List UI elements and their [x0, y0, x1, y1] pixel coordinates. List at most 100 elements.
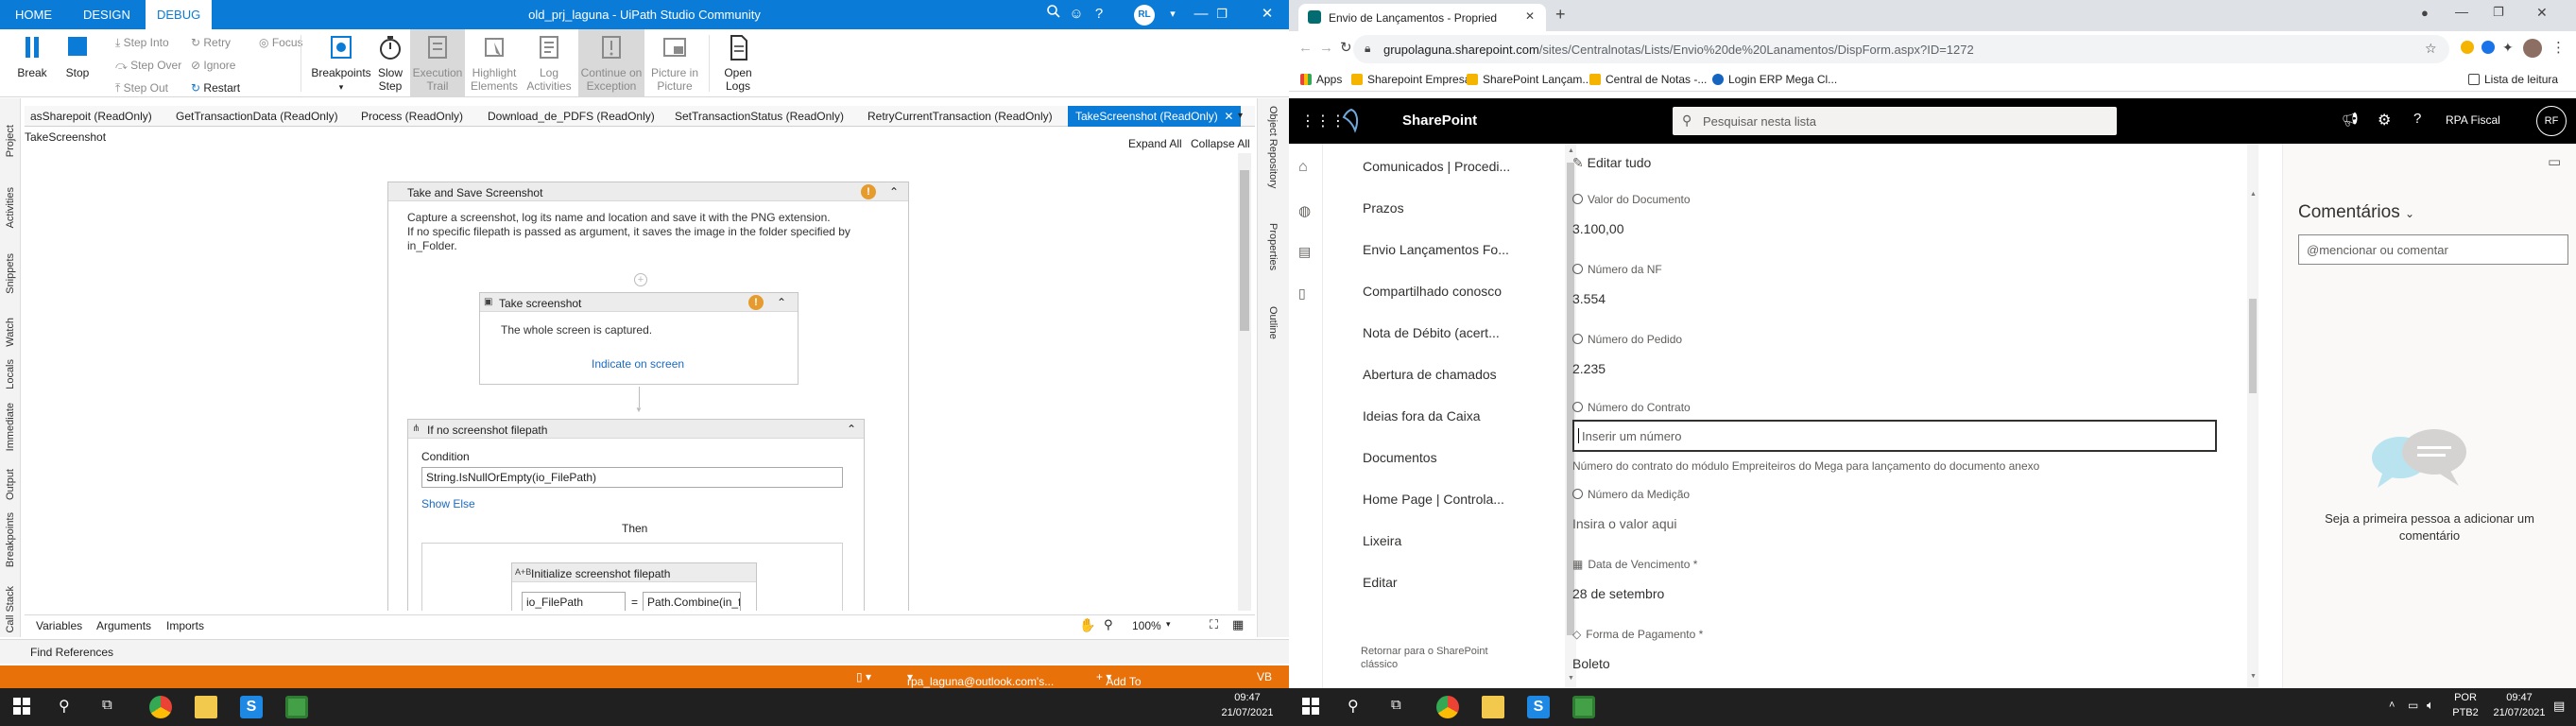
breakpoints-button[interactable]: Breakpoints ▾	[308, 33, 374, 94]
fit-screen-icon[interactable]: ⛶	[1210, 617, 1218, 632]
collapse-icon[interactable]: ⌃	[777, 296, 786, 309]
restore-icon[interactable]: ❐	[2493, 5, 2504, 20]
breadcrumb[interactable]: TakeScreenshot	[25, 130, 106, 144]
news-icon[interactable]: ▤	[1298, 244, 1311, 260]
windows-start-icon[interactable]	[13, 698, 30, 715]
collapse-icon[interactable]: ⌃	[889, 185, 899, 199]
chevron-down-icon[interactable]: ▾	[1162, 4, 1183, 25]
activity-assign[interactable]: Initialize screenshot filepath A+B io_Fi…	[511, 562, 757, 611]
extension-icon[interactable]	[2482, 41, 2495, 54]
restart-button[interactable]: ↻ Restart	[191, 80, 240, 95]
panel-outline[interactable]: Outline	[1267, 306, 1279, 339]
field-value[interactable]: 28 de setembro	[1572, 586, 1664, 601]
zoom-level[interactable]: 100%	[1132, 619, 1161, 632]
bookmark-item[interactable]: SharePoint Lançam...	[1467, 73, 1591, 86]
globe-icon[interactable]: ◍	[1298, 202, 1311, 219]
indicate-on-screen-link[interactable]: Indicate on screen	[592, 357, 684, 371]
notifications-icon[interactable]: ▤	[2553, 699, 2565, 714]
step-into-button[interactable]: ⤓ Step Into	[115, 35, 169, 50]
bookmark-item[interactable]: Central de Notas -...	[1589, 73, 1707, 86]
new-tab-icon[interactable]: +	[1555, 5, 1566, 25]
nav-item[interactable]: Compartilhado conosco	[1363, 284, 1502, 299]
close-tab-icon[interactable]: ✕	[1224, 110, 1233, 123]
sharepoint-logo[interactable]	[1338, 108, 1365, 134]
debug-mode-icon[interactable]: ▯ ▾	[856, 670, 871, 683]
nav-item[interactable]: Ideias fora da Caixa	[1363, 408, 1481, 424]
show-else-link[interactable]: Show Else	[421, 497, 475, 510]
bookmark-item[interactable]: Login ERP Mega Cl...	[1712, 73, 1837, 86]
log-activities-button[interactable]: Log Activities	[522, 33, 576, 93]
windows-start-icon[interactable]	[1302, 698, 1319, 715]
sequence-take-and-save[interactable]: Take and Save Screenshot ! ⌃ Capture a s…	[387, 182, 909, 611]
variables-tab[interactable]: Variables	[36, 619, 82, 632]
field-value[interactable]: Boleto	[1572, 656, 1610, 671]
activity-take-screenshot[interactable]: Take screenshot ▣ ! ⌃ The whole screen i…	[479, 292, 799, 385]
user-avatar[interactable]: RF	[2536, 106, 2567, 136]
clock-date[interactable]: 21/07/2021	[2491, 707, 2548, 718]
measurement-input[interactable]: Insira o valor aqui	[1572, 516, 1677, 531]
uipath-assistant-icon[interactable]: S	[240, 696, 263, 718]
overview-icon[interactable]: ▦	[1232, 617, 1244, 632]
panel-immediate[interactable]: Immediate	[5, 403, 16, 451]
help-icon[interactable]: ?	[2413, 111, 2421, 127]
arguments-tab[interactable]: Arguments	[96, 619, 151, 632]
return-classic-link[interactable]: Retornar para o SharePoint clássico	[1361, 645, 1488, 671]
focus-button[interactable]: ◎ Focus	[259, 35, 303, 50]
comment-input[interactable]: @mencionar ou comentar	[2298, 234, 2568, 265]
tabs-overflow-icon[interactable]: ▾	[1238, 106, 1243, 127]
file-icon[interactable]: ▯	[1298, 285, 1306, 302]
chrome-taskbar-icon[interactable]	[149, 696, 172, 718]
file-explorer-icon[interactable]	[1482, 696, 1504, 718]
close-icon[interactable]: ✕	[2536, 5, 2548, 21]
uipath-studio-icon[interactable]	[285, 696, 308, 718]
megaphone-icon[interactable]: 📢︎	[2342, 112, 2359, 128]
profile-avatar[interactable]	[2523, 39, 2542, 58]
slow-step-button[interactable]: Slow Step	[374, 33, 406, 93]
stop-button[interactable]: Stop	[60, 33, 94, 79]
field-value[interactable]: 3.100,00	[1572, 221, 1624, 236]
reload-icon[interactable]: ↻	[1340, 39, 1352, 56]
ignore-button[interactable]: ⊘ Ignore	[191, 58, 235, 73]
volume-icon[interactable]: 🔈︎	[2427, 698, 2434, 713]
designer-scrollbar[interactable]	[1238, 153, 1251, 611]
highlight-elements-button[interactable]: Highlight Elements	[467, 33, 522, 93]
settings-gear-icon[interactable]: ⚙	[2378, 111, 2391, 130]
uipath-assistant-icon[interactable]: S	[1527, 696, 1550, 718]
sharepoint-brand[interactable]: SharePoint	[1402, 112, 1477, 129]
nav-item[interactable]: Abertura de chamados	[1363, 367, 1497, 382]
doc-tab[interactable]: RetryCurrentTransaction (ReadOnly)	[867, 106, 1053, 127]
form-scrollbar[interactable]: ▲ ▼	[2247, 144, 2258, 688]
field-value[interactable]: 2.235	[1572, 361, 1606, 376]
keyboard-layout[interactable]: PTB2	[2442, 707, 2489, 718]
zoom-icon[interactable]: ⚲	[1104, 617, 1113, 632]
bookmark-apps[interactable]: Apps	[1300, 73, 1342, 86]
nav-edit-link[interactable]: Editar	[1363, 575, 1398, 590]
execution-trail-button[interactable]: Execution Trail	[410, 33, 465, 93]
retry-button[interactable]: ↻ Retry	[191, 35, 231, 50]
field-value[interactable]: 3.554	[1572, 291, 1606, 306]
search-icon[interactable]: ⚲	[59, 697, 70, 716]
doc-tab[interactable]: Download_de_PDFS (ReadOnly)	[488, 106, 655, 127]
panel-breakpoints[interactable]: Breakpoints	[5, 512, 16, 567]
nav-item[interactable]: Nota de Débito (acert...	[1363, 325, 1500, 340]
user-avatar[interactable]: RL	[1134, 5, 1155, 26]
nav-item[interactable]: Lixeira	[1363, 533, 1401, 548]
imports-tab[interactable]: Imports	[166, 619, 204, 632]
add-to-source-control[interactable]: + Add To Source Control ▾	[1096, 670, 1142, 688]
extension-icon[interactable]	[2461, 41, 2474, 54]
add-activity-icon[interactable]: +	[634, 273, 647, 286]
collapse-icon[interactable]: ⌃	[847, 423, 856, 436]
panel-object-repository[interactable]: Object Repository	[1267, 106, 1279, 188]
activity-if[interactable]: If no screenshot filepath ⋔ ⌃ Condition …	[407, 419, 865, 611]
help-icon[interactable]: ?	[1089, 4, 1109, 25]
picture-in-picture-button[interactable]: Picture in Picture	[646, 33, 703, 93]
restore-icon[interactable]: ❐	[1211, 4, 1232, 25]
bookmark-star-icon[interactable]: ☆	[2425, 41, 2437, 57]
chrome-menu-icon[interactable]: ⋮	[2551, 39, 2566, 56]
doc-tab[interactable]: GetTransactionData (ReadOnly)	[176, 106, 338, 127]
nav-item[interactable]: Prazos	[1363, 200, 1404, 216]
home-icon[interactable]: ⌂	[1298, 159, 1308, 176]
account-selector[interactable]: rpa_laguna@outlook.com's... ▾	[907, 670, 1054, 688]
browser-tab[interactable]: Envio de Lançamentos - Propried ✕	[1298, 4, 1546, 31]
continue-on-exception-button[interactable]: Continue on Exception	[578, 33, 644, 93]
